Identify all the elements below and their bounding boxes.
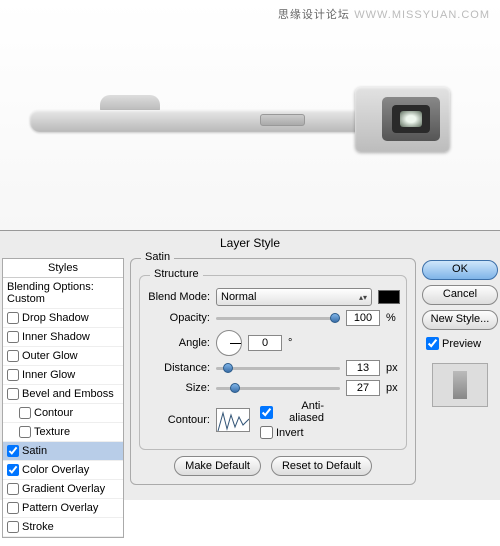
style-row-inner-shadow[interactable]: Inner Shadow bbox=[3, 328, 123, 347]
style-label: Stroke bbox=[22, 521, 54, 533]
ok-button[interactable]: OK bbox=[422, 260, 498, 280]
distance-label: Distance: bbox=[146, 362, 210, 374]
style-row-satin[interactable]: Satin bbox=[3, 442, 123, 461]
style-row-bevel-and-emboss[interactable]: Bevel and Emboss bbox=[3, 385, 123, 404]
distance-slider[interactable] bbox=[216, 361, 340, 375]
angle-unit: ° bbox=[288, 337, 302, 349]
style-row-pattern-overlay[interactable]: Pattern Overlay bbox=[3, 499, 123, 518]
anti-aliased-checkbox[interactable]: Anti-aliased bbox=[260, 400, 324, 424]
style-row-inner-glow[interactable]: Inner Glow bbox=[3, 366, 123, 385]
size-unit: px bbox=[386, 382, 400, 394]
style-checkbox[interactable] bbox=[7, 445, 19, 457]
style-label: Gradient Overlay bbox=[22, 483, 105, 495]
make-default-button[interactable]: Make Default bbox=[174, 456, 261, 476]
watermark-right: WWW.MISSYUAN.COM bbox=[354, 9, 490, 21]
opacity-slider[interactable] bbox=[216, 311, 340, 325]
new-style-button[interactable]: New Style... bbox=[422, 310, 498, 330]
device-render bbox=[30, 75, 470, 155]
styles-header[interactable]: Styles bbox=[3, 259, 123, 278]
satin-group-label: Satin bbox=[141, 251, 174, 263]
style-checkbox[interactable] bbox=[19, 426, 31, 438]
size-label: Size: bbox=[146, 382, 210, 394]
watermark-left: 思缘设计论坛 bbox=[278, 9, 350, 21]
preview-checkbox[interactable]: Preview bbox=[422, 335, 498, 352]
opacity-input[interactable]: 100 bbox=[346, 310, 380, 326]
contour-label: Contour: bbox=[146, 414, 210, 426]
style-checkbox[interactable] bbox=[7, 388, 19, 400]
style-label: Bevel and Emboss bbox=[22, 388, 114, 400]
dialog-buttons: OK Cancel New Style... Preview bbox=[422, 258, 498, 538]
style-label: Inner Glow bbox=[22, 369, 75, 381]
watermark: 思缘设计论坛 WWW.MISSYUAN.COM bbox=[278, 6, 490, 22]
style-label: Satin bbox=[22, 445, 47, 457]
cancel-button[interactable]: Cancel bbox=[422, 285, 498, 305]
style-checkbox[interactable] bbox=[7, 331, 19, 343]
canvas-preview bbox=[0, 0, 500, 230]
chevron-updown-icon: ▴▾ bbox=[359, 293, 367, 302]
styles-list: Styles Blending Options: Custom Drop Sha… bbox=[2, 258, 124, 538]
style-row-outer-glow[interactable]: Outer Glow bbox=[3, 347, 123, 366]
angle-input[interactable]: 0 bbox=[248, 335, 282, 351]
style-checkbox[interactable] bbox=[19, 407, 31, 419]
style-checkbox[interactable] bbox=[7, 369, 19, 381]
style-checkbox[interactable] bbox=[7, 483, 19, 495]
style-checkbox[interactable] bbox=[7, 312, 19, 324]
style-checkbox[interactable] bbox=[7, 350, 19, 362]
layer-style-dialog: Layer Style Styles Blending Options: Cus… bbox=[0, 230, 500, 500]
style-checkbox[interactable] bbox=[7, 521, 19, 533]
distance-input[interactable]: 13 bbox=[346, 360, 380, 376]
reset-default-button[interactable]: Reset to Default bbox=[271, 456, 372, 476]
size-input[interactable]: 27 bbox=[346, 380, 380, 396]
angle-dial[interactable] bbox=[216, 330, 242, 356]
contour-picker[interactable] bbox=[216, 408, 250, 432]
style-label: Inner Shadow bbox=[22, 331, 90, 343]
blending-options-row[interactable]: Blending Options: Custom bbox=[3, 278, 123, 309]
style-label: Pattern Overlay bbox=[22, 502, 98, 514]
style-row-drop-shadow[interactable]: Drop Shadow bbox=[3, 309, 123, 328]
settings-panel: Satin Structure Blend Mode: Normal ▴▾ Op… bbox=[130, 258, 416, 538]
style-label: Drop Shadow bbox=[22, 312, 89, 324]
dialog-title: Layer Style bbox=[0, 231, 500, 258]
style-row-texture[interactable]: Texture bbox=[3, 423, 123, 442]
style-row-color-overlay[interactable]: Color Overlay bbox=[3, 461, 123, 480]
style-checkbox[interactable] bbox=[7, 502, 19, 514]
style-checkbox[interactable] bbox=[7, 464, 19, 476]
distance-unit: px bbox=[386, 362, 400, 374]
opacity-unit: % bbox=[386, 312, 400, 324]
invert-checkbox[interactable]: Invert bbox=[260, 426, 324, 439]
style-label: Color Overlay bbox=[22, 464, 89, 476]
color-swatch[interactable] bbox=[378, 290, 400, 304]
structure-group: Structure Blend Mode: Normal ▴▾ Opacity: bbox=[139, 275, 407, 450]
opacity-label: Opacity: bbox=[146, 312, 210, 324]
size-slider[interactable] bbox=[216, 381, 340, 395]
style-label: Contour bbox=[34, 407, 73, 419]
style-row-stroke[interactable]: Stroke bbox=[3, 518, 123, 537]
preview-thumbnail bbox=[432, 363, 488, 407]
blend-mode-select[interactable]: Normal ▴▾ bbox=[216, 288, 372, 306]
style-row-contour[interactable]: Contour bbox=[3, 404, 123, 423]
blend-mode-value: Normal bbox=[221, 291, 256, 303]
style-row-gradient-overlay[interactable]: Gradient Overlay bbox=[3, 480, 123, 499]
satin-group: Satin Structure Blend Mode: Normal ▴▾ Op… bbox=[130, 258, 416, 485]
style-label: Texture bbox=[34, 426, 70, 438]
structure-label: Structure bbox=[150, 268, 203, 280]
angle-label: Angle: bbox=[146, 337, 210, 349]
blending-options-label: Blending Options: Custom bbox=[7, 281, 119, 305]
blend-mode-label: Blend Mode: bbox=[146, 291, 210, 303]
style-label: Outer Glow bbox=[22, 350, 78, 362]
